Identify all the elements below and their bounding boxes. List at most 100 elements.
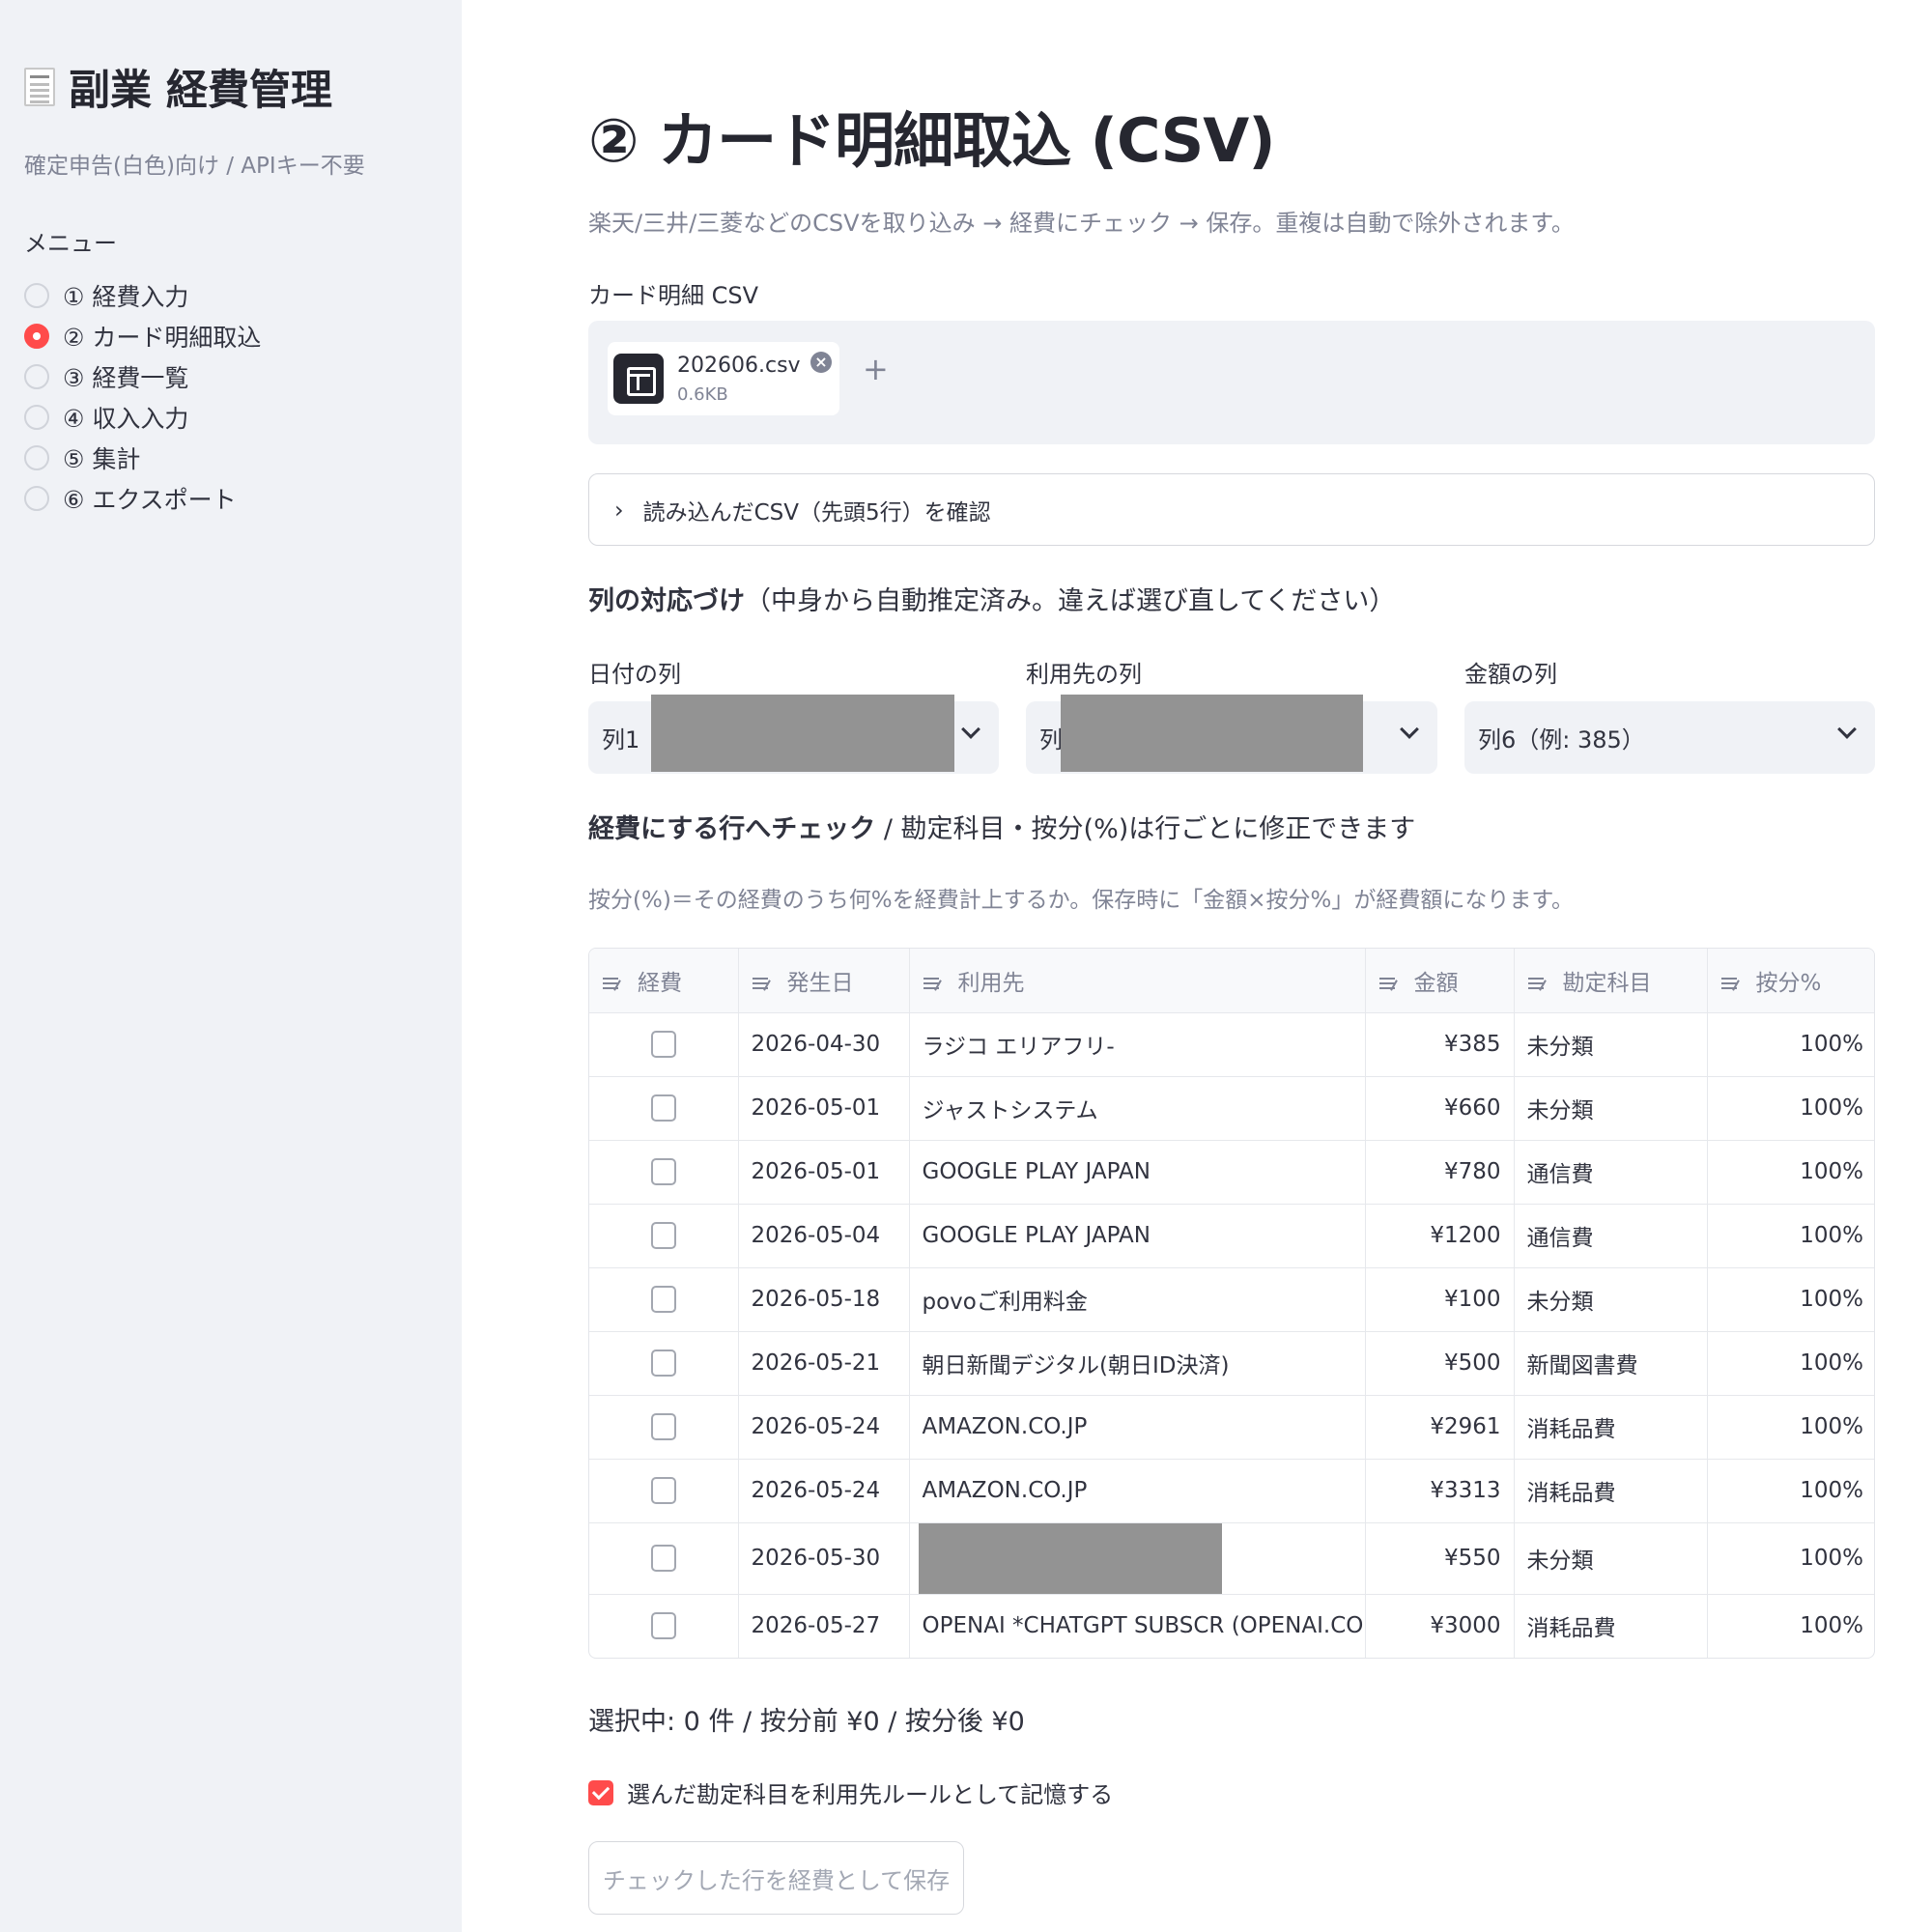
expense-checkbox[interactable]: [650, 1612, 676, 1640]
column-header-date[interactable]: 発生日: [738, 949, 910, 1013]
radio-icon[interactable]: [24, 283, 49, 308]
category-cell[interactable]: 通信費: [1514, 1204, 1708, 1268]
amount-cell[interactable]: ¥385: [1365, 1012, 1515, 1077]
date-cell[interactable]: 2026-05-01: [738, 1140, 910, 1205]
save-checked-rows-button[interactable]: チェックした行を経費として保存: [588, 1841, 964, 1915]
date-cell[interactable]: 2026-05-01: [738, 1076, 910, 1141]
date-cell[interactable]: 2026-05-21: [738, 1331, 910, 1396]
ratio-cell[interactable]: 100%: [1707, 1140, 1874, 1205]
add-file-icon[interactable]: +: [863, 354, 889, 384]
date-cell[interactable]: 2026-05-24: [738, 1459, 910, 1523]
column-header-payee[interactable]: 利用先: [909, 949, 1366, 1013]
expense-checkbox-cell[interactable]: [589, 1140, 739, 1205]
column-header-category[interactable]: 勘定科目: [1514, 949, 1708, 1013]
ratio-cell[interactable]: 100%: [1707, 1012, 1874, 1077]
amount-cell[interactable]: ¥3313: [1365, 1459, 1515, 1523]
radio-selected-icon[interactable]: [24, 324, 49, 349]
table-row: 2026-05-30 ¥550 未分類 100%: [589, 1522, 1874, 1595]
expense-checkbox[interactable]: [650, 1222, 676, 1249]
ratio-cell[interactable]: 100%: [1707, 1459, 1874, 1523]
csv-preview-expander[interactable]: › 読み込んだCSV（先頭5行）を確認: [588, 473, 1875, 546]
ratio-cell[interactable]: 100%: [1707, 1395, 1874, 1460]
category-cell[interactable]: 未分類: [1514, 1076, 1708, 1141]
radio-icon[interactable]: [24, 364, 49, 389]
category-cell[interactable]: 新聞図書費: [1514, 1331, 1708, 1396]
expense-checkbox[interactable]: [650, 1413, 676, 1440]
payee-cell[interactable]: 朝日新聞デジタル(朝日ID決済): [909, 1331, 1366, 1396]
menu-item-income-entry[interactable]: ④ 収入入力: [24, 397, 438, 438]
ratio-cell[interactable]: 100%: [1707, 1522, 1874, 1595]
file-uploader[interactable]: 202606.csv 0.6KB × +: [588, 321, 1875, 444]
ratio-cell[interactable]: 100%: [1707, 1331, 1874, 1396]
payee-cell[interactable]: OPENAI *CHATGPT SUBSCR (OPENAI.COM ): [909, 1594, 1366, 1658]
amount-cell[interactable]: ¥500: [1365, 1331, 1515, 1396]
payee-cell[interactable]: AMAZON.CO.JP: [909, 1459, 1366, 1523]
payee-cell[interactable]: ジャストシステム: [909, 1076, 1366, 1141]
amount-cell[interactable]: ¥100: [1365, 1267, 1515, 1332]
expense-checkbox-cell[interactable]: [589, 1204, 739, 1268]
checkbox-checked-icon[interactable]: [588, 1779, 613, 1805]
expense-checkbox-cell[interactable]: [589, 1012, 739, 1077]
expense-checkbox-cell[interactable]: [589, 1395, 739, 1460]
expense-checkbox-cell[interactable]: [589, 1076, 739, 1141]
payee-cell[interactable]: GOOGLE PLAY JAPAN: [909, 1204, 1366, 1268]
column-header-expense[interactable]: 経費: [589, 949, 739, 1013]
date-cell[interactable]: 2026-05-18: [738, 1267, 910, 1332]
amount-cell[interactable]: ¥660: [1365, 1076, 1515, 1141]
date-cell[interactable]: 2026-05-27: [738, 1594, 910, 1658]
ratio-cell[interactable]: 100%: [1707, 1076, 1874, 1141]
expense-checkbox[interactable]: [650, 1545, 676, 1572]
payee-cell[interactable]: povoご利用料金: [909, 1267, 1366, 1332]
expense-checkbox[interactable]: [650, 1286, 676, 1313]
menu-item-expense-entry[interactable]: ① 経費入力: [24, 275, 438, 316]
remember-rule-checkbox[interactable]: 選んだ勘定科目を利用先ルールとして記憶する: [588, 1776, 1113, 1809]
radio-icon[interactable]: [24, 405, 49, 430]
menu-item-summary[interactable]: ⑤ 集計: [24, 438, 438, 478]
expense-checkbox[interactable]: [650, 1477, 676, 1504]
category-cell[interactable]: 消耗品費: [1514, 1594, 1708, 1658]
menu-item-card-import[interactable]: ② カード明細取込: [24, 316, 438, 356]
column-header-ratio[interactable]: 按分%: [1707, 949, 1874, 1013]
column-header-amount[interactable]: 金額: [1365, 949, 1515, 1013]
menu-item-expense-list[interactable]: ③ 経費一覧: [24, 356, 438, 397]
category-cell[interactable]: 通信費: [1514, 1140, 1708, 1205]
payee-cell[interactable]: ラジコ エリアフリ-: [909, 1012, 1366, 1077]
expense-checkbox[interactable]: [650, 1031, 676, 1058]
ratio-cell[interactable]: 100%: [1707, 1594, 1874, 1658]
category-cell[interactable]: 未分類: [1514, 1522, 1708, 1595]
payee-cell[interactable]: [909, 1522, 1366, 1595]
amount-cell[interactable]: ¥780: [1365, 1140, 1515, 1205]
remove-file-icon[interactable]: ×: [810, 352, 832, 373]
amount-column-select[interactable]: 列6（例: 385）: [1464, 701, 1875, 774]
category-cell[interactable]: 未分類: [1514, 1012, 1708, 1077]
expense-checkbox-cell[interactable]: [589, 1267, 739, 1332]
column-header-label: 利用先: [957, 970, 1025, 996]
payee-cell[interactable]: AMAZON.CO.JP: [909, 1395, 1366, 1460]
expense-checkbox[interactable]: [650, 1350, 676, 1377]
category-cell[interactable]: 消耗品費: [1514, 1459, 1708, 1523]
amount-cell[interactable]: ¥550: [1365, 1522, 1515, 1595]
expense-checkbox-cell[interactable]: [589, 1594, 739, 1658]
amount-cell[interactable]: ¥3000: [1365, 1594, 1515, 1658]
category-cell[interactable]: 消耗品費: [1514, 1395, 1708, 1460]
amount-cell[interactable]: ¥2961: [1365, 1395, 1515, 1460]
ratio-cell[interactable]: 100%: [1707, 1267, 1874, 1332]
amount-cell[interactable]: ¥1200: [1365, 1204, 1515, 1268]
menu-item-export[interactable]: ⑥ エクスポート: [24, 478, 438, 519]
date-column-value: 列1: [602, 726, 640, 753]
payee-cell[interactable]: GOOGLE PLAY JAPAN: [909, 1140, 1366, 1205]
date-cell[interactable]: 2026-05-24: [738, 1395, 910, 1460]
column-mapping-heading: 列の対応づけ（中身から自動推定済み。違えば選び直してください）: [588, 580, 1395, 617]
expense-checkbox[interactable]: [650, 1094, 676, 1122]
expense-checkbox-cell[interactable]: [589, 1459, 739, 1523]
expense-checkbox[interactable]: [650, 1158, 676, 1185]
category-cell[interactable]: 未分類: [1514, 1267, 1708, 1332]
date-cell[interactable]: 2026-04-30: [738, 1012, 910, 1077]
date-cell[interactable]: 2026-05-30: [738, 1522, 910, 1595]
ratio-cell[interactable]: 100%: [1707, 1204, 1874, 1268]
date-cell[interactable]: 2026-05-04: [738, 1204, 910, 1268]
expense-checkbox-cell[interactable]: [589, 1522, 739, 1595]
radio-icon[interactable]: [24, 445, 49, 470]
expense-checkbox-cell[interactable]: [589, 1331, 739, 1396]
radio-icon[interactable]: [24, 486, 49, 511]
